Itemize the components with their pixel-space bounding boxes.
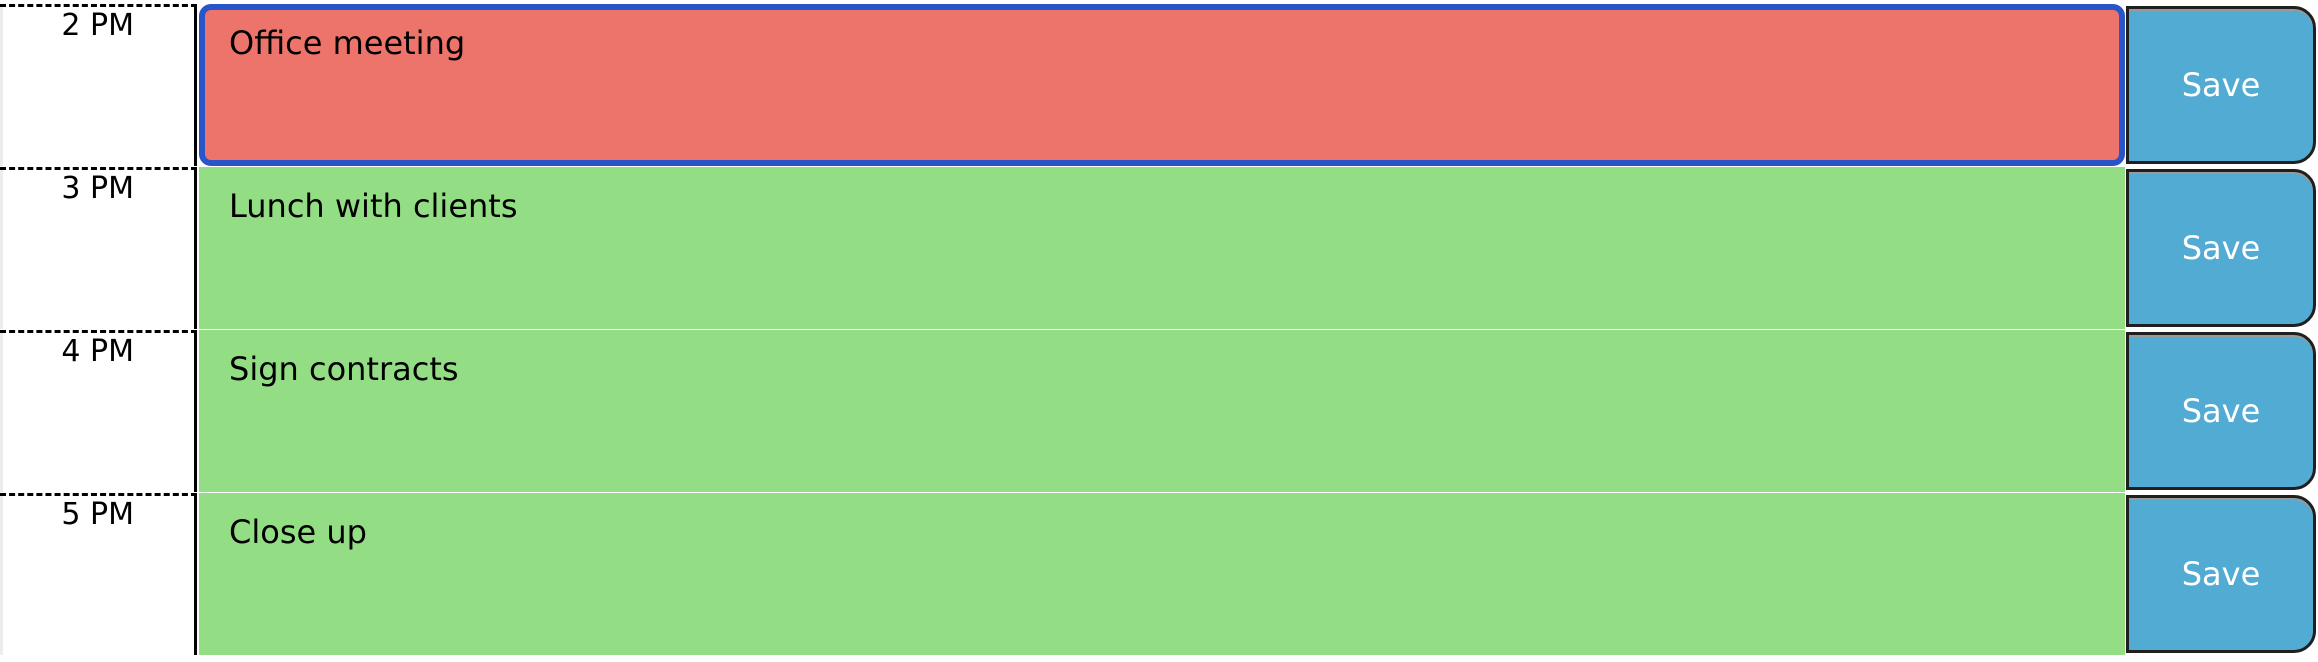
- hour-label: 4 PM: [0, 330, 197, 492]
- time-block-row: 3 PM Lunch with clients Save: [0, 167, 2318, 329]
- save-button[interactable]: Save: [2126, 332, 2316, 490]
- time-block-row: 5 PM Close up Save: [0, 493, 2318, 655]
- save-button[interactable]: Save: [2126, 169, 2316, 327]
- day-scheduler: 2 PM Office meeting Save 3 PM Lunch with…: [0, 0, 2318, 662]
- hour-label: 2 PM: [0, 4, 197, 166]
- task-input[interactable]: Close up: [199, 493, 2125, 655]
- time-block-row: 2 PM Office meeting Save: [0, 4, 2318, 166]
- hour-label: 5 PM: [0, 493, 197, 655]
- save-button[interactable]: Save: [2126, 495, 2316, 653]
- task-input[interactable]: Sign contracts: [199, 330, 2125, 492]
- save-button[interactable]: Save: [2126, 6, 2316, 164]
- task-input[interactable]: Office meeting: [199, 4, 2125, 166]
- task-input[interactable]: Lunch with clients: [199, 167, 2125, 329]
- hour-label: 3 PM: [0, 167, 197, 329]
- time-block-row: 4 PM Sign contracts Save: [0, 330, 2318, 492]
